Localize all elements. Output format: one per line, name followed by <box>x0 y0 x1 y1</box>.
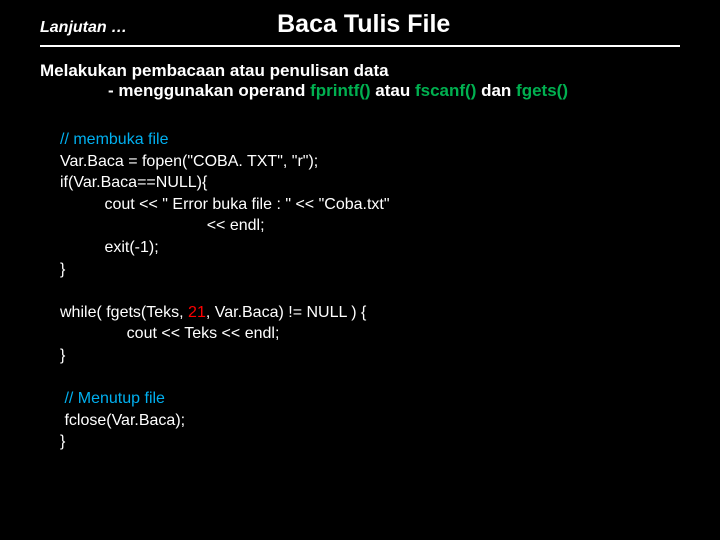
code-blank <box>60 280 680 302</box>
code-line: if(Var.Baca==NULL){ <box>60 172 680 194</box>
code-line: cout << " Error buka file : " << "Coba.t… <box>60 194 680 216</box>
while-prefix: while( fgets(Teks, <box>60 304 188 321</box>
code-line-while: while( fgets(Teks, 21, Var.Baca) != NULL… <box>60 302 680 324</box>
continuation-label: Lanjutan … <box>40 19 127 37</box>
code-line: Var.Baca = fopen("COBA. TXT", "r"); <box>60 151 680 173</box>
code-line: } <box>60 259 680 281</box>
code-line: cout << Teks << endl; <box>60 323 680 345</box>
while-suffix: , Var.Baca) != NULL ) { <box>206 304 367 321</box>
code-line: << endl; <box>60 215 680 237</box>
code-block: // membuka file Var.Baca = fopen("COBA. … <box>60 129 680 453</box>
code-line: exit(-1); <box>60 237 680 259</box>
code-comment-close: // Menutup file <box>60 388 680 410</box>
keyword-fprintf: fprintf() <box>310 81 370 100</box>
slide-header: Lanjutan … Baca Tulis File <box>40 10 680 47</box>
desc-mid1: atau <box>371 81 415 100</box>
keyword-fscanf: fscanf() <box>415 81 476 100</box>
desc-mid2: dan <box>476 81 516 100</box>
description-line-1: Melakukan pembacaan atau penulisan data <box>40 61 680 81</box>
code-line: } <box>60 431 680 453</box>
code-line: fclose(Var.Baca); <box>60 410 680 432</box>
code-comment-open: // membuka file <box>60 129 680 151</box>
code-blank <box>60 367 680 389</box>
slide-title: Baca Tulis File <box>277 10 450 39</box>
literal-21: 21 <box>188 304 206 321</box>
keyword-fgets: fgets() <box>516 81 568 100</box>
code-line: } <box>60 345 680 367</box>
desc-prefix: - menggunakan operand <box>108 81 310 100</box>
description-line-2: - menggunakan operand fprintf() atau fsc… <box>108 81 680 101</box>
slide: Lanjutan … Baca Tulis File Melakukan pem… <box>0 0 720 540</box>
